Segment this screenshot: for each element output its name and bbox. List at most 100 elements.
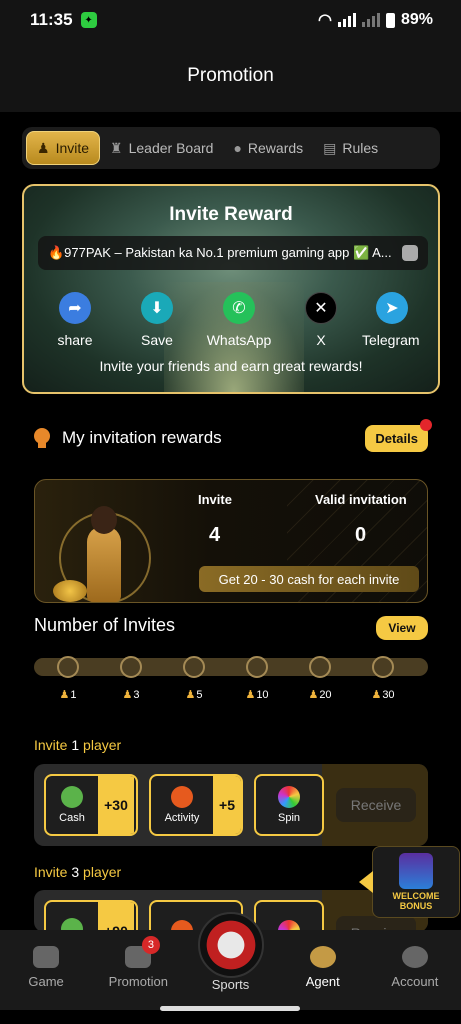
person-icon: ♟: [245, 689, 256, 701]
tier-title: Invite 3 player: [34, 864, 122, 880]
home-indicator: [160, 1006, 300, 1011]
download-icon: ⬇: [141, 292, 173, 324]
telegram-icon: ➤: [376, 292, 408, 324]
nav-game[interactable]: Game: [0, 930, 92, 1010]
coins-icon: [53, 580, 87, 602]
person-icon: ♟: [122, 689, 133, 701]
valid-invitation-value: 0: [355, 524, 367, 546]
share-option-label: X: [316, 332, 326, 348]
welcome-bonus-widget[interactable]: WELCOME BONUS: [359, 846, 460, 918]
milestone-label: ♟ 30: [371, 688, 395, 702]
my-rewards-header: My invitation rewards Details: [34, 418, 432, 452]
notification-dot: [420, 418, 432, 431]
x-button[interactable]: ✕ X: [280, 292, 362, 348]
share-option-label: share: [57, 332, 93, 348]
share-link-text: 🔥977PAK – Pakistan ka No.1 premium gamin…: [48, 245, 392, 260]
reward-cash: +90: [44, 900, 138, 932]
receive-button[interactable]: Receive: [336, 788, 416, 822]
milestone-node: [246, 656, 268, 678]
invite-count-label: Invite: [198, 492, 232, 507]
nav-agent[interactable]: Agent: [277, 930, 369, 1010]
spin-wheel-icon: [278, 786, 300, 808]
milestone-node: [183, 656, 205, 678]
cash-icon: [61, 786, 83, 808]
battery-percent: 89%: [400, 11, 433, 28]
world-cup-icon: [197, 912, 264, 978]
person-icon: ♟: [185, 689, 196, 701]
wifi-icon: ◠: [318, 12, 332, 29]
share-option-label: Telegram: [362, 332, 420, 348]
trophy-icon: ♜: [110, 139, 123, 156]
share-options: ➦ share ⬇ Save ✆ WhatsApp ✕ X ➤ Telegram: [34, 292, 438, 348]
notification-icon: ✦: [80, 12, 97, 28]
milestone-label: ♟ 1: [59, 688, 77, 702]
milestone-node: [120, 656, 142, 678]
milestone-node: [309, 656, 331, 678]
reward-spin: Spin: [254, 774, 324, 836]
number-of-invites-title: Number of Invites: [34, 615, 176, 635]
invite-subtitle: Invite your friends and earn great rewar…: [99, 358, 363, 374]
milestone-node: [57, 656, 79, 678]
nav-promotion[interactable]: 3 Promotion: [92, 930, 184, 1010]
promo-model-image: [51, 498, 161, 602]
invite-progress-track: [34, 658, 428, 676]
telegram-button[interactable]: ➤ Telegram: [362, 292, 438, 348]
bottom-nav: Game 3 Promotion Sports Agent Account: [0, 912, 461, 1010]
tab-label: Rewards: [247, 140, 304, 156]
share-icon: ➦: [59, 292, 91, 324]
phone-gift-icon: [399, 853, 433, 889]
account-icon: [401, 946, 428, 968]
share-option-label: Save: [141, 332, 173, 348]
milestone-label: ♟ 5: [185, 688, 203, 702]
share-link-box[interactable]: 🔥977PAK – Pakistan ka No.1 premium gamin…: [38, 236, 428, 270]
document-icon: ▤: [323, 139, 337, 156]
invite-reward-card: Invite Reward 🔥977PAK – Pakistan ka No.1…: [22, 184, 440, 394]
tab-rewards[interactable]: ● Rewards: [223, 131, 313, 165]
person-icon: ♟: [59, 689, 70, 701]
tier-card: Cash +30 Activity +5 Spin Receive: [34, 764, 428, 846]
nav-account[interactable]: Account: [369, 930, 461, 1010]
invite-stats-card: Invite 4 Valid invitation 0 Get 20 - 30 …: [34, 479, 428, 603]
tab-label: Rules: [342, 140, 379, 156]
details-button[interactable]: Details: [365, 418, 432, 452]
reward-cash: Cash +30: [44, 774, 138, 836]
reward-activity: Activity +5: [149, 774, 243, 836]
nav-sports[interactable]: Sports: [184, 912, 276, 1010]
tab-bar: ♟ Invite ♜ Leader Board ● Rewards ▤ Rule…: [22, 127, 440, 169]
tier-title: Invite 1 player: [34, 737, 122, 753]
reward-spin: [254, 900, 324, 932]
share-button[interactable]: ➦ share: [34, 292, 116, 348]
whatsapp-icon: ✆: [223, 292, 255, 324]
signal-icon: [337, 13, 356, 27]
valid-invitation-label: Valid invitation: [315, 492, 407, 507]
my-rewards-title: My invitation rewards: [62, 428, 222, 447]
invite-count-value: 4: [209, 524, 221, 546]
fire-icon: [171, 786, 193, 808]
medal-icon: [34, 428, 50, 448]
milestone-label: ♟ 20: [308, 688, 332, 702]
milestone-label: ♟ 10: [245, 688, 269, 702]
person-icon: ♟: [371, 689, 382, 701]
medal-icon: ●: [233, 140, 242, 156]
invite-icon: ♟: [37, 139, 50, 156]
status-time: 11:35: [30, 10, 73, 29]
tab-label: Invite: [55, 140, 90, 156]
view-button[interactable]: View: [376, 616, 428, 640]
milestone-node: [372, 656, 394, 678]
tab-rules[interactable]: ▤ Rules: [313, 131, 388, 165]
cash-per-invite-banner: Get 20 - 30 cash for each invite: [199, 566, 419, 592]
status-icons: ◠ 89%: [318, 10, 433, 30]
details-label: Details: [375, 430, 418, 446]
tab-invite[interactable]: ♟ Invite: [26, 131, 101, 165]
tab-leader-board[interactable]: ♜ Leader Board: [100, 131, 223, 165]
save-button[interactable]: ⬇ Save: [116, 292, 198, 348]
x-icon: ✕: [305, 292, 337, 324]
status-bar: 11:35 ✦ ◠ 89%: [0, 0, 461, 40]
share-option-label: WhatsApp: [206, 332, 272, 348]
whatsapp-button[interactable]: ✆ WhatsApp: [198, 292, 280, 348]
page-title: Promotion: [187, 65, 274, 86]
gamepad-icon: [33, 946, 60, 968]
promotion-badge: 3: [141, 936, 160, 954]
copy-icon[interactable]: [402, 245, 418, 261]
invite-reward-title: Invite Reward: [169, 204, 293, 225]
